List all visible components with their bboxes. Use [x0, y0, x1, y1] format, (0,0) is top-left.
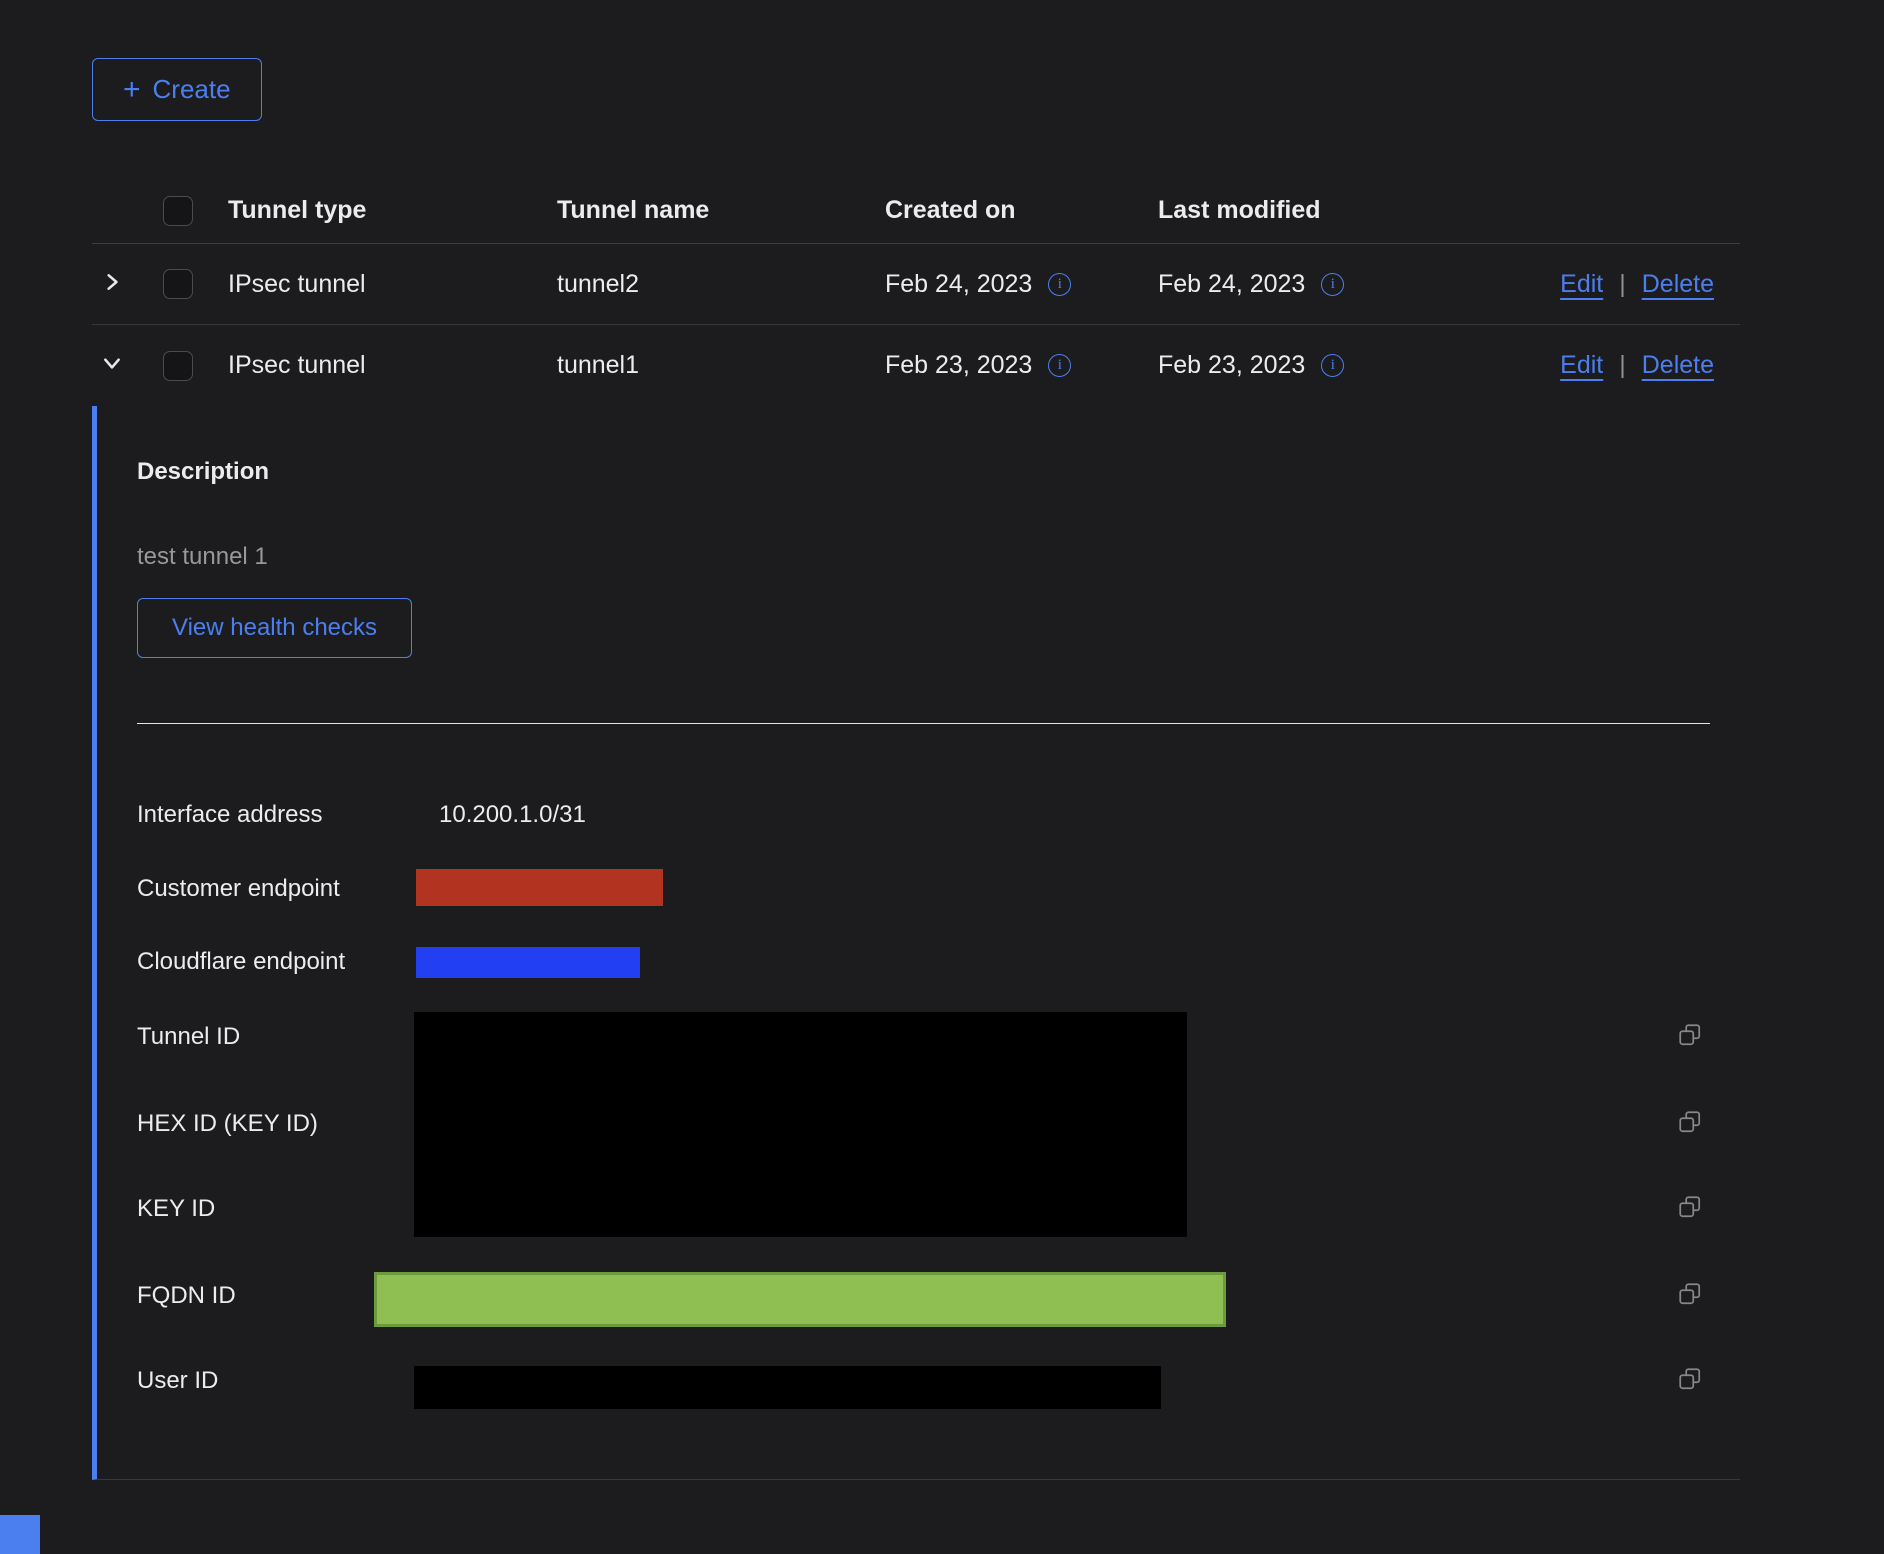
copy-icon [1677, 1022, 1703, 1053]
copy-key-id-button[interactable] [1677, 1196, 1703, 1222]
copy-icon [1677, 1194, 1703, 1225]
info-icon[interactable]: i [1048, 273, 1071, 296]
table-header-row: Tunnel type Tunnel name Created on Last … [92, 178, 1740, 244]
copy-user-id-button[interactable] [1677, 1368, 1703, 1394]
actions-separator: | [1619, 270, 1626, 299]
cloudflare-endpoint-redaction [416, 947, 640, 978]
expand-row-button[interactable] [102, 270, 122, 299]
cell-tunnel-name: tunnel1 [557, 351, 885, 380]
copy-icon [1677, 1366, 1703, 1397]
info-icon[interactable]: i [1321, 273, 1344, 296]
edit-link[interactable]: Edit [1560, 270, 1603, 299]
cell-tunnel-type: IPsec tunnel [228, 351, 557, 380]
view-health-checks-label: View health checks [172, 614, 377, 642]
table-row: IPsec tunnel tunnel1 Feb 23, 2023 i Feb … [92, 325, 1740, 406]
customer-endpoint-label: Customer endpoint [137, 875, 340, 903]
copy-fqdn-id-button[interactable] [1677, 1283, 1703, 1309]
cell-created-on: Feb 23, 2023 [885, 351, 1032, 380]
select-all-checkbox[interactable] [163, 196, 193, 226]
copy-tunnel-id-button[interactable] [1677, 1024, 1703, 1050]
row-checkbox[interactable] [163, 269, 193, 299]
delete-link[interactable]: Delete [1642, 270, 1714, 299]
bottom-left-accent-square [0, 1515, 40, 1554]
tunnel-id-redaction [414, 1012, 1187, 1237]
description-value: test tunnel 1 [137, 543, 268, 571]
copy-icon [1677, 1281, 1703, 1312]
copy-hex-id-button[interactable] [1677, 1111, 1703, 1137]
key-id-label: KEY ID [137, 1195, 215, 1223]
hex-id-label: HEX ID (KEY ID) [137, 1110, 318, 1138]
section-divider [137, 723, 1710, 724]
tunnel-id-label: Tunnel ID [137, 1023, 240, 1051]
tunnel-detail-panel: Description test tunnel 1 View health ch… [92, 406, 1740, 1480]
description-heading: Description [137, 458, 269, 486]
interface-address-value: 10.200.1.0/31 [439, 801, 586, 829]
cell-created-on: Feb 24, 2023 [885, 270, 1032, 299]
plus-icon: + [123, 75, 141, 105]
fqdn-id-label: FQDN ID [137, 1282, 236, 1310]
customer-endpoint-redaction [416, 869, 663, 906]
header-last-modified: Last modified [1158, 196, 1490, 225]
table-row: IPsec tunnel tunnel2 Feb 24, 2023 i Feb … [92, 244, 1740, 325]
chevron-down-icon [102, 351, 122, 379]
create-button-label: Create [153, 74, 231, 105]
info-icon[interactable]: i [1321, 354, 1344, 377]
actions-separator: | [1619, 351, 1626, 380]
view-health-checks-button[interactable]: View health checks [137, 598, 412, 658]
edit-link[interactable]: Edit [1560, 351, 1603, 380]
cloudflare-endpoint-label: Cloudflare endpoint [137, 948, 345, 976]
cell-last-modified: Feb 24, 2023 [1158, 270, 1305, 299]
cell-last-modified: Feb 23, 2023 [1158, 351, 1305, 380]
header-tunnel-name: Tunnel name [557, 196, 885, 225]
user-id-redaction [414, 1366, 1161, 1409]
cell-tunnel-type: IPsec tunnel [228, 270, 557, 299]
tunnel-table: Tunnel type Tunnel name Created on Last … [92, 178, 1740, 406]
chevron-right-icon [102, 270, 122, 298]
create-button[interactable]: + Create [92, 58, 262, 121]
copy-icon [1677, 1109, 1703, 1140]
header-tunnel-type: Tunnel type [228, 196, 557, 225]
header-created-on: Created on [885, 196, 1158, 225]
fqdn-id-redaction [374, 1272, 1226, 1327]
delete-link[interactable]: Delete [1642, 351, 1714, 380]
cell-tunnel-name: tunnel2 [557, 270, 885, 299]
info-icon[interactable]: i [1048, 354, 1071, 377]
user-id-label: User ID [137, 1367, 218, 1395]
row-checkbox[interactable] [163, 351, 193, 381]
collapse-row-button[interactable] [102, 351, 122, 380]
interface-address-label: Interface address [137, 801, 322, 829]
